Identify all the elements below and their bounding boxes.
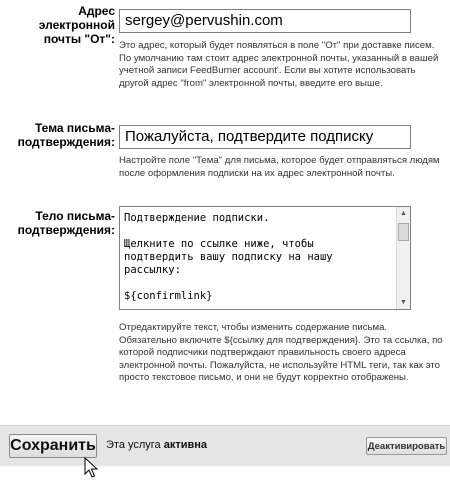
status-prefix: Эта услуга [106, 439, 161, 451]
deactivate-button[interactable]: Деактивировать [366, 437, 447, 455]
from-email-field[interactable]: sergey@pervushin.com [119, 9, 411, 33]
service-status: Эта услуга активна [106, 439, 207, 451]
body-help: Отредактируйте текст, чтобы изменить сод… [119, 322, 443, 384]
from-email-value: sergey@pervushin.com [125, 12, 283, 29]
from-email-help: Это адрес, который будет появляться в по… [119, 40, 439, 89]
footer-bar: Сохранить Эта услуга активна Деактивиров… [0, 425, 450, 466]
body-text: Подтверждение подписки. Щелкните по ссыл… [124, 212, 333, 302]
scrollbar-thumb[interactable] [398, 223, 409, 241]
mouse-pointer-icon [84, 457, 98, 478]
body-label-text: Тело письма-подтверждения: [17, 209, 115, 237]
body-label: Тело письма-подтверждения: [5, 209, 115, 237]
subject-value: Пожалуйста, подтвердите подписку [125, 128, 374, 145]
from-email-label: Адрес электронной почты "От": [0, 4, 115, 46]
subject-label-text: Тема письма-подтверждения: [17, 121, 115, 149]
scroll-down-arrow-icon[interactable]: ▼ [397, 296, 410, 309]
save-button[interactable]: Сохранить [9, 434, 97, 458]
status-value: активна [163, 439, 208, 451]
subject-label: Тема письма-подтверждения: [5, 121, 115, 149]
subject-help: Настройте поле "Тема" для письма, которо… [119, 155, 440, 179]
body-textarea[interactable]: Подтверждение подписки. Щелкните по ссыл… [119, 206, 411, 310]
subject-field[interactable]: Пожалуйста, подтвердите подписку [119, 125, 411, 149]
from-email-label-text: Адрес электронной почты "От": [38, 4, 115, 46]
scroll-up-arrow-icon[interactable]: ▲ [397, 207, 410, 220]
body-scrollbar[interactable]: ▲ ▼ [396, 207, 410, 309]
